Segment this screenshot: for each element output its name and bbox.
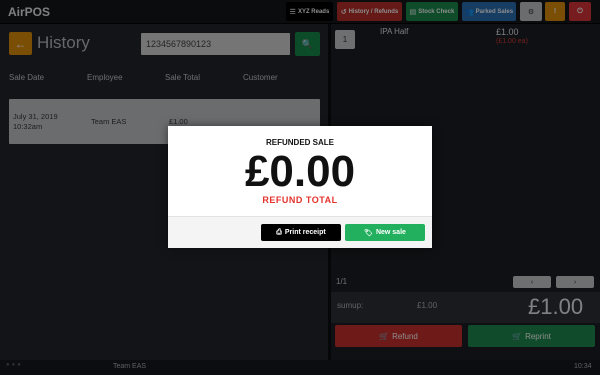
refund-modal: REFUNDED SALE £0.00 REFUND TOTAL ⎙ Print… [168, 126, 432, 248]
print-receipt-label: Print receipt [284, 229, 326, 236]
new-sale-button[interactable]: 🏷 New sale [345, 224, 425, 241]
modal-title: REFUNDED SALE [265, 138, 334, 147]
printer-icon: ⎙ [276, 228, 282, 236]
refund-amount: £0.00 [244, 147, 356, 196]
refund-total-label: REFUND TOTAL [262, 195, 338, 205]
tag-icon: 🏷 [364, 229, 373, 237]
new-sale-label: New sale [375, 229, 406, 236]
print-receipt-button[interactable]: ⎙ Print receipt [261, 224, 341, 241]
